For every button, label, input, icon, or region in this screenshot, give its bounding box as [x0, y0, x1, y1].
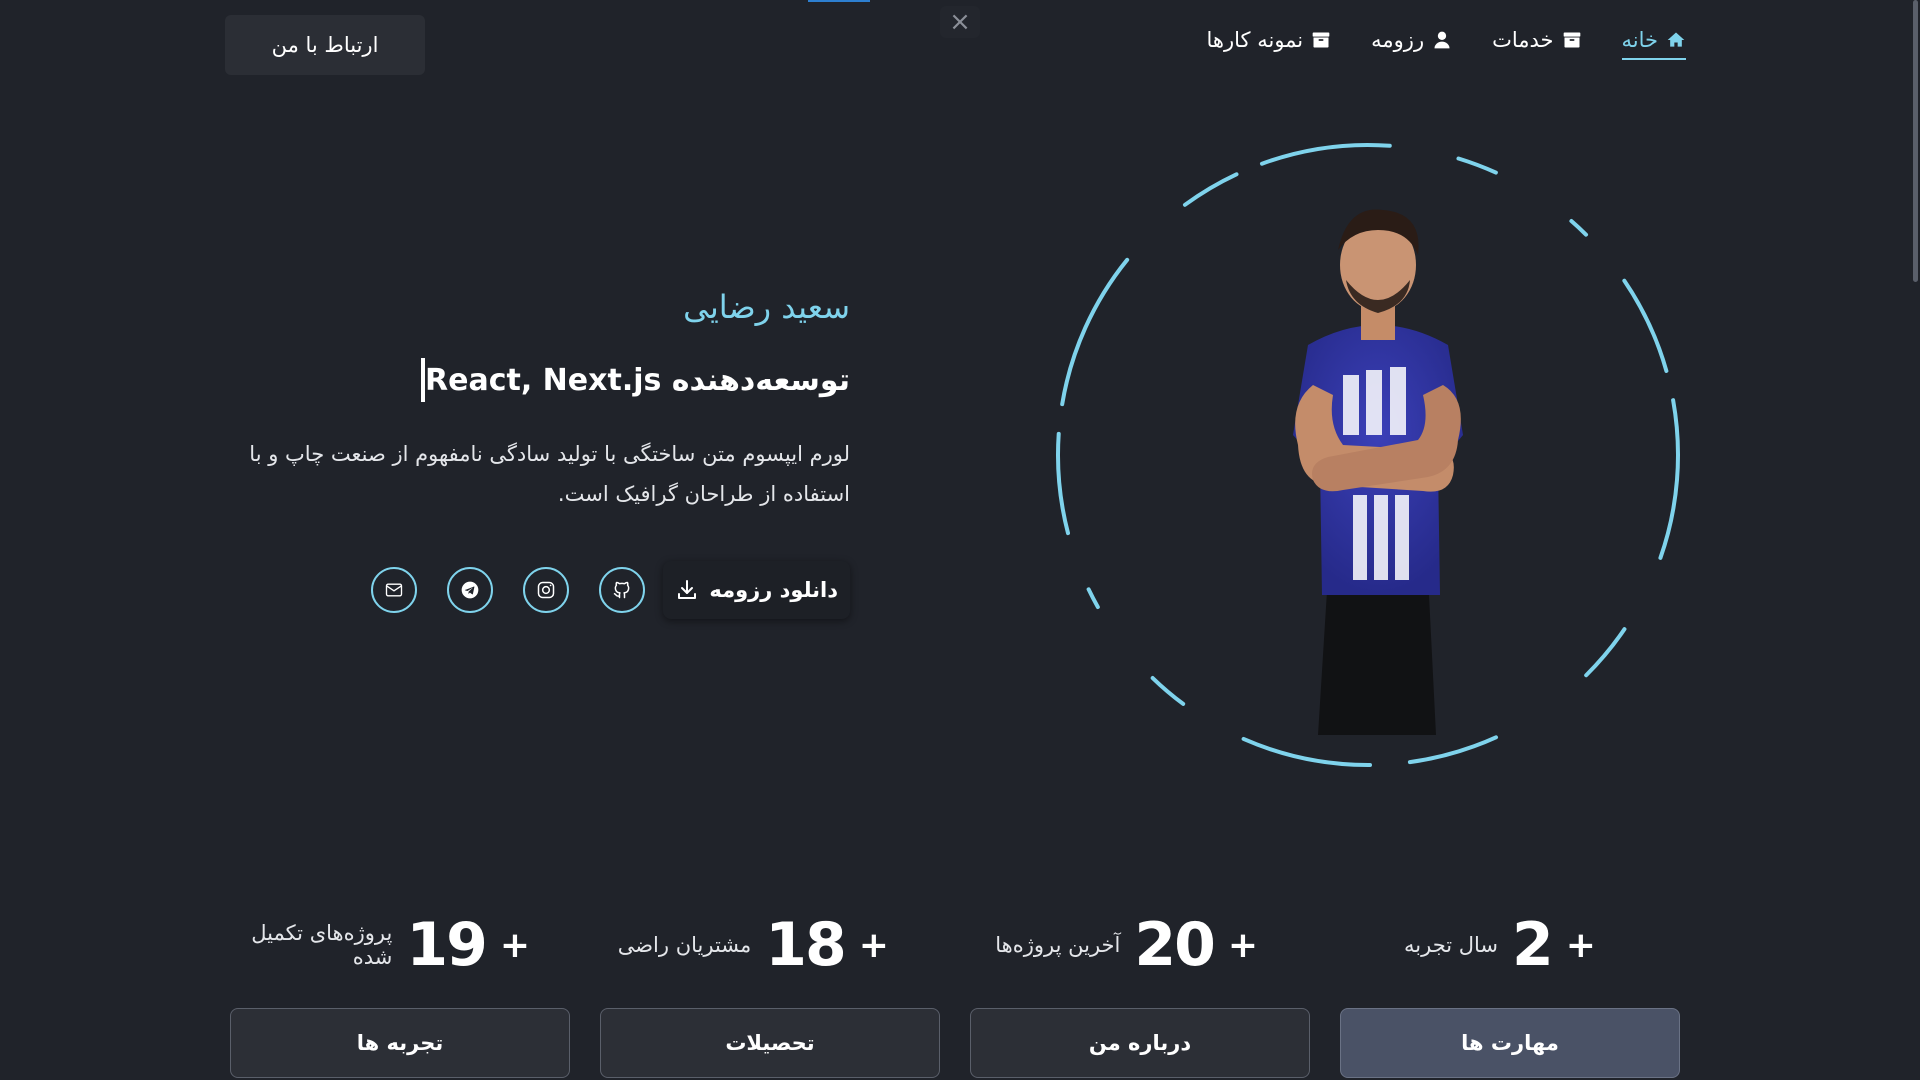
typing-caret [421, 358, 426, 402]
nav-item-label: نمونه کارها [1206, 28, 1304, 52]
stat-plus: + [1565, 924, 1596, 966]
contact-me-button[interactable]: ارتباط با من [225, 15, 425, 75]
nav-item-label: رزومه [1371, 28, 1425, 52]
instagram-link[interactable] [523, 567, 570, 613]
main-nav: خانه خدمات رزومه نمونه کارها [1207, 22, 1686, 66]
hero-role: توسعه‌دهنده React, Next.js [415, 358, 850, 402]
tab-about-me[interactable]: درباره من [970, 1008, 1310, 1078]
stat-plus: + [1227, 924, 1259, 966]
nav-item-services[interactable]: خدمات [1492, 28, 1581, 60]
stats-row: + 2 سال تجربه + 20 آخرین پروژه‌ها + 18 م… [230, 910, 1650, 980]
stat-experience: + 2 سال تجربه [1350, 910, 1650, 980]
download-resume-label: دانلود رزومه [709, 578, 838, 602]
stat-number: 19 [406, 910, 487, 980]
stat-happy-clients: + 18 مشتریان راضی [603, 910, 903, 980]
tab-education[interactable]: تحصیلات [600, 1008, 940, 1078]
scrollbar-thumb[interactable] [1913, 0, 1918, 282]
stat-label: مشتریان راضی [617, 933, 752, 957]
nav-item-resume[interactable]: رزومه [1371, 28, 1452, 60]
nav-item-home[interactable]: خانه [1621, 28, 1686, 60]
telegram-icon [462, 581, 479, 599]
stat-label: پروژه‌های تکمیل شده [251, 921, 393, 969]
stat-completed-projects: + 19 پروژه‌های تکمیل شده [230, 910, 530, 980]
email-icon [386, 583, 403, 597]
stat-plus: + [858, 924, 889, 966]
stat-number: 20 [1134, 910, 1215, 980]
hero-role-text: توسعه‌دهنده React, Next.js [425, 362, 850, 398]
stat-number: 2 [1512, 910, 1554, 980]
stat-label: آخرین پروژه‌ها [995, 933, 1121, 957]
stat-number: 18 [765, 910, 846, 980]
telegram-link[interactable] [447, 567, 494, 613]
archive-icon [1312, 32, 1330, 48]
close-icon[interactable]: × [940, 6, 980, 38]
hero-portrait [1048, 135, 1688, 775]
download-resume-button[interactable]: دانلود رزومه [663, 561, 850, 619]
tab-experience[interactable]: تجربه ها [230, 1008, 570, 1078]
stat-plus: + [499, 924, 530, 966]
github-icon [614, 581, 630, 599]
tab-skills[interactable]: مهارت ها [1340, 1008, 1680, 1078]
stat-label: سال تجربه [1404, 933, 1499, 957]
stat-recent-projects: + 20 آخرین پروژه‌ها [977, 910, 1277, 980]
resume-tabs: مهارت ها درباره من تحصیلات تجربه ها [230, 1008, 1680, 1078]
github-link[interactable] [599, 567, 646, 613]
nav-item-label: خدمات [1492, 28, 1554, 52]
archive-icon [1563, 32, 1580, 48]
page-scrollbar[interactable] [1910, 0, 1920, 1080]
nav-item-label: خانه [1621, 28, 1658, 52]
instagram-icon [538, 581, 555, 599]
home-icon [1667, 32, 1685, 47]
user-icon [1434, 31, 1450, 49]
nav-item-portfolio[interactable]: نمونه کارها [1207, 28, 1332, 60]
profile-photo [1293, 209, 1463, 735]
hero-description: لورم ایپسوم متن ساختگی با تولید سادگی نا… [249, 442, 850, 506]
download-icon [678, 580, 697, 599]
hero-name: سعید رضایی [683, 288, 850, 326]
page-progress-bar [808, 0, 870, 2]
email-link[interactable] [371, 567, 418, 613]
hero-actions: دانلود رزومه [371, 561, 850, 619]
